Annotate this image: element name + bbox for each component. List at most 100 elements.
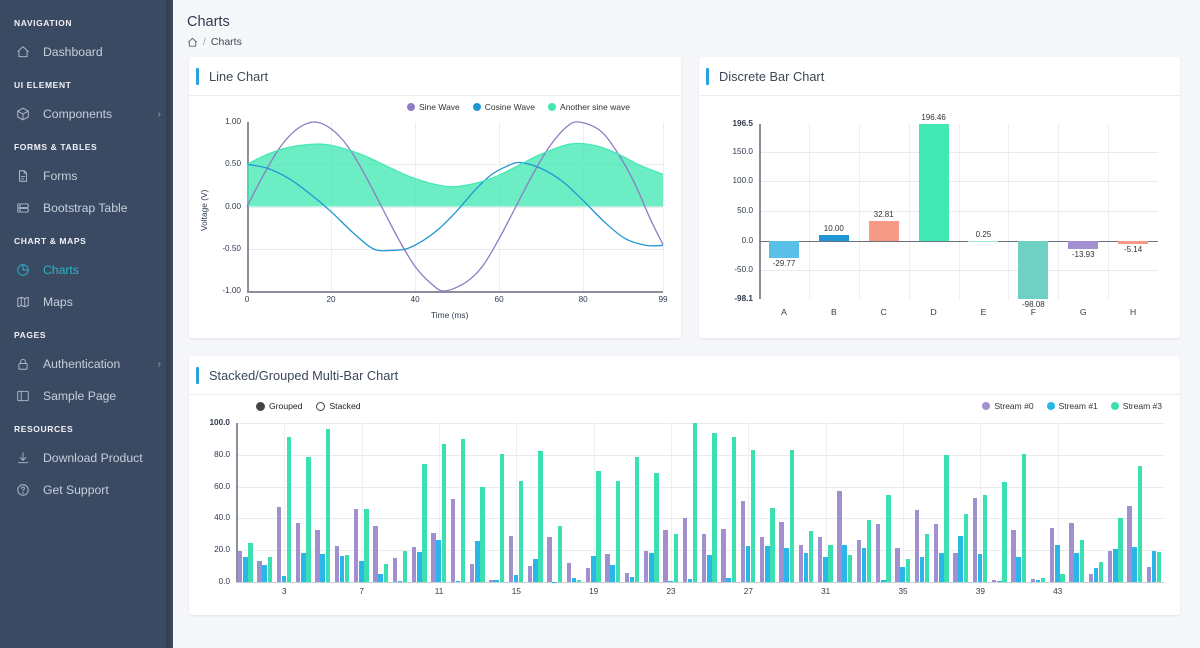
bar[interactable]	[243, 557, 248, 582]
bar[interactable]	[315, 530, 320, 582]
bar[interactable]	[287, 437, 292, 582]
bar[interactable]	[306, 457, 311, 582]
bar[interactable]	[500, 454, 505, 582]
bar[interactable]	[509, 536, 514, 582]
bar[interactable]	[862, 548, 867, 582]
bar[interactable]	[818, 537, 823, 582]
bar[interactable]	[1068, 241, 1098, 249]
bar[interactable]	[547, 537, 552, 582]
bar[interactable]	[1060, 574, 1065, 582]
bar[interactable]	[364, 509, 369, 582]
sidebar-item-maps[interactable]: Maps	[0, 286, 173, 318]
bar[interactable]	[857, 540, 862, 582]
bar[interactable]	[359, 561, 364, 582]
bar[interactable]	[248, 543, 253, 582]
bar[interactable]	[567, 563, 572, 582]
bar[interactable]	[1011, 530, 1016, 582]
bar[interactable]	[895, 548, 900, 582]
bar[interactable]	[257, 561, 262, 582]
bar[interactable]	[732, 437, 737, 582]
bar[interactable]	[790, 450, 795, 582]
bar[interactable]	[335, 546, 340, 582]
bar[interactable]	[1152, 551, 1157, 582]
chevron-right-icon[interactable]: ›	[158, 109, 161, 120]
multibar-chart[interactable]: GroupedStackedStream #0Stream #1Stream #…	[189, 395, 1180, 614]
legend-item[interactable]: Stream #0	[982, 401, 1033, 411]
bar[interactable]	[1018, 241, 1048, 299]
bar[interactable]	[799, 545, 804, 582]
bar[interactable]	[596, 471, 601, 582]
bar[interactable]	[1022, 454, 1027, 582]
bar[interactable]	[869, 221, 899, 240]
bar[interactable]	[746, 546, 751, 582]
bar[interactable]	[301, 553, 306, 582]
bar[interactable]	[577, 580, 582, 582]
bar[interactable]	[282, 576, 287, 582]
bar[interactable]	[436, 540, 441, 582]
sidebar-item-bootstrap-table[interactable]: Bootstrap Table	[0, 192, 173, 224]
bar[interactable]	[635, 457, 640, 582]
bar[interactable]	[726, 578, 731, 582]
bar[interactable]	[819, 235, 849, 241]
bar[interactable]	[644, 551, 649, 582]
bar[interactable]	[470, 564, 475, 582]
bar[interactable]	[625, 573, 630, 582]
bar[interactable]	[1041, 578, 1046, 582]
bar[interactable]	[804, 553, 809, 582]
line-chart[interactable]: Sine WaveCosine WaveAnother sine wave1.0…	[189, 96, 681, 337]
bar[interactable]	[1031, 579, 1036, 582]
bar[interactable]	[538, 451, 543, 582]
bar[interactable]	[968, 241, 998, 243]
bar[interactable]	[320, 554, 325, 582]
bar[interactable]	[939, 553, 944, 582]
bar[interactable]	[915, 510, 920, 582]
bar[interactable]	[906, 559, 911, 582]
bar[interactable]	[881, 580, 886, 582]
bar[interactable]	[431, 533, 436, 582]
bar[interactable]	[262, 565, 267, 582]
bar[interactable]	[823, 557, 828, 582]
legend-item[interactable]: Sine Wave	[407, 102, 460, 112]
bar[interactable]	[422, 464, 427, 582]
bar[interactable]	[412, 547, 417, 582]
bar[interactable]	[378, 574, 383, 582]
bar[interactable]	[268, 557, 273, 582]
legend-item[interactable]: Cosine Wave	[473, 102, 535, 112]
bar[interactable]	[919, 124, 949, 241]
chevron-right-icon[interactable]: ›	[158, 359, 161, 370]
bar[interactable]	[1108, 551, 1113, 582]
bar[interactable]	[842, 545, 847, 582]
bar[interactable]	[572, 578, 577, 582]
legend-item[interactable]: Stream #1	[1047, 401, 1098, 411]
bar[interactable]	[345, 555, 350, 582]
bar[interactable]	[1002, 482, 1007, 582]
bar[interactable]	[494, 580, 499, 582]
radio-stacked[interactable]: Stacked	[316, 401, 360, 411]
bar[interactable]	[688, 579, 693, 582]
bar[interactable]	[1074, 553, 1079, 582]
bar[interactable]	[238, 551, 243, 582]
bar[interactable]	[683, 518, 688, 582]
bar[interactable]	[721, 529, 726, 582]
bar[interactable]	[1118, 241, 1148, 244]
bar[interactable]	[770, 508, 775, 582]
bar[interactable]	[983, 495, 988, 582]
bar[interactable]	[528, 566, 533, 582]
bar[interactable]	[442, 444, 447, 582]
bar[interactable]	[489, 580, 494, 582]
bar[interactable]	[997, 581, 1002, 582]
bar[interactable]	[751, 450, 756, 582]
sidebar-item-components[interactable]: Components›	[0, 98, 173, 130]
bar[interactable]	[533, 559, 538, 582]
bar[interactable]	[944, 455, 949, 582]
bar[interactable]	[1147, 567, 1152, 582]
bar[interactable]	[663, 530, 668, 582]
bar[interactable]	[326, 429, 331, 582]
bar[interactable]	[712, 433, 717, 582]
bar[interactable]	[456, 581, 461, 582]
bar[interactable]	[398, 581, 403, 582]
bar[interactable]	[277, 507, 282, 582]
home-icon[interactable]	[187, 37, 198, 48]
bar[interactable]	[354, 509, 359, 582]
bar[interactable]	[340, 556, 345, 582]
